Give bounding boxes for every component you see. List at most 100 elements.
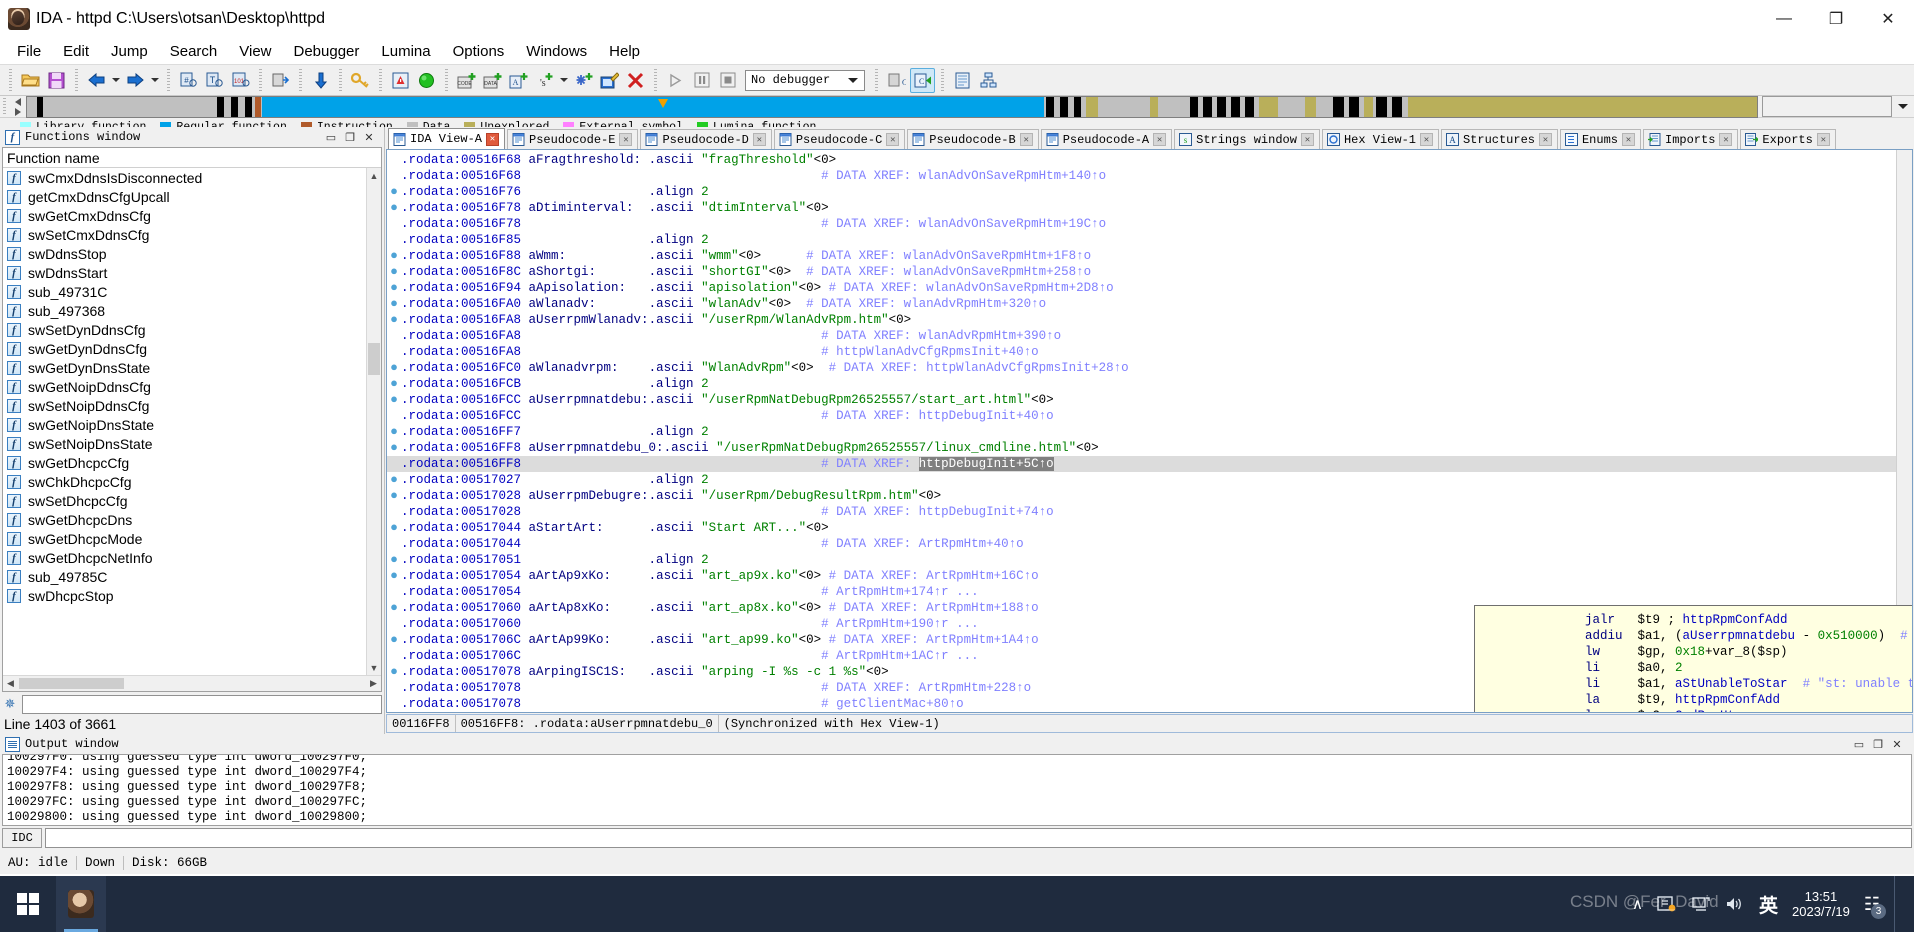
menu-windows[interactable]: Windows	[515, 40, 598, 63]
disassembly-line[interactable]: ● .rodata:00516FCB .align 2	[387, 376, 1896, 392]
close-button[interactable]: ✕	[1862, 0, 1914, 38]
decompile-all-button[interactable]: C	[910, 67, 935, 93]
output-log[interactable]: 100297E8: using guessed type int dword_1…	[2, 754, 1912, 826]
windows-start-icon[interactable]	[0, 876, 56, 932]
function-list-item[interactable]: f swGetDhcpcDns	[3, 510, 381, 529]
function-list-item[interactable]: f swDhcpcStop	[3, 586, 381, 605]
tab-close-icon[interactable]: ✕	[619, 133, 633, 146]
tab-pseudocode-b[interactable]: Pseudocode-B ✕	[907, 129, 1039, 149]
disassembly-line[interactable]: .rodata:00516F78 # DATA XREF: wlanAdvOnS…	[387, 216, 1896, 232]
delete-function-button[interactable]	[623, 68, 648, 93]
search-binary-button[interactable]: 101	[228, 68, 253, 93]
command-language-button[interactable]: IDC	[2, 828, 42, 848]
tab-close-icon[interactable]: ✕	[1816, 133, 1830, 146]
decompile-button[interactable]: C	[884, 68, 909, 93]
disassembly-line[interactable]: ● .rodata:00516F8C aShortgi: .ascii "shor…	[387, 264, 1896, 280]
tab-exports[interactable]: Exports ✕	[1740, 129, 1836, 149]
problems-button[interactable]	[388, 68, 413, 93]
scroll-left-icon[interactable]: ◀	[3, 678, 18, 689]
tab-pseudocode-d[interactable]: Pseudocode-D ✕	[640, 129, 772, 149]
function-list-item[interactable]: f swDdnsStop	[3, 244, 381, 263]
menu-file[interactable]: File	[6, 40, 52, 63]
debugger-select[interactable]: No debugger	[745, 69, 865, 91]
functions-filter-input[interactable]	[22, 694, 382, 714]
search-hex-button[interactable]: #	[176, 68, 201, 93]
disassembly-line[interactable]: ● .rodata:00516FF7 .align 2	[387, 424, 1896, 440]
tab-close-icon[interactable]: ✕	[1538, 133, 1552, 146]
make-struct-dropdown-arrow[interactable]	[558, 68, 570, 93]
disassembly-line[interactable]: ● .rodata:00516F88 aWmm: .ascii "wmm"<0> …	[387, 248, 1896, 264]
disassembly-line[interactable]: ● .rodata:00517028 aUserrpmDebugre:.ascii…	[387, 488, 1896, 504]
menu-debugger[interactable]: Debugger	[283, 40, 371, 63]
functions-list[interactable]: f swCmxDdnsIsDisconnected f getCmxDdnsCfgUp…	[3, 168, 381, 675]
function-list-item[interactable]: f sub_49731C	[3, 282, 381, 301]
disassembly-line[interactable]: .rodata:00516FA8 # DATA XREF: wlanAdvRpm…	[387, 328, 1896, 344]
function-list-item[interactable]: f swGetDhcpcCfg	[3, 453, 381, 472]
tab-close-icon[interactable]: ✕	[1153, 133, 1167, 146]
output-window-float-button[interactable]: ❐	[1869, 736, 1887, 753]
tab-close-icon[interactable]: ✕	[1419, 133, 1433, 146]
function-list-item[interactable]: f sub_49785C	[3, 567, 381, 586]
debug-stop-button[interactable]	[715, 68, 740, 93]
disassembly-view[interactable]: .rodata:00516F68 aFragthreshold: .ascii …	[386, 149, 1913, 713]
tab-strings-window[interactable]: s Strings window ✕	[1174, 129, 1320, 149]
functions-vertical-scrollbar[interactable]: ▲ ▼	[366, 168, 381, 675]
menu-search[interactable]: Search	[159, 40, 229, 63]
make-code-button[interactable]: CODE	[454, 68, 479, 93]
back-button[interactable]	[84, 68, 109, 93]
tab-close-icon[interactable]: ✕	[1019, 133, 1033, 146]
disassembly-line[interactable]: .rodata:00516FCC # DATA XREF: httpDebugI…	[387, 408, 1896, 424]
function-list-item[interactable]: f swDdnsStart	[3, 263, 381, 282]
tab-close-icon[interactable]: ✕	[1622, 133, 1635, 146]
scroll-up-icon[interactable]: ▲	[367, 168, 381, 183]
function-list-item[interactable]: f swSetNoipDdnsCfg	[3, 396, 381, 415]
disassembly-line[interactable]: ● .rodata:00517054 aArtAp9xKo: .ascii "ar…	[387, 568, 1896, 584]
disassembly-line[interactable]: .rodata:00517054 # ArtRpmHtm+174↑r ...	[387, 584, 1896, 600]
function-list-item[interactable]: f swGetDynDdnsCfg	[3, 339, 381, 358]
function-list-item[interactable]: f getCmxDdnsCfgUpcall	[3, 187, 381, 206]
hex-dump-button[interactable]	[950, 68, 975, 93]
debug-pause-button[interactable]	[689, 68, 714, 93]
edit-function-button[interactable]	[597, 68, 622, 93]
function-list-item[interactable]: f swGetNoipDdnsCfg	[3, 377, 381, 396]
disassembly-line[interactable]: .rodata:00516FF8 # DATA XREF: httpDebugI…	[387, 456, 1896, 472]
navband-filter-box[interactable]	[1762, 96, 1892, 117]
function-list-item[interactable]: f swGetNoipDnsState	[3, 415, 381, 434]
open-file-button[interactable]	[18, 68, 43, 93]
disassembly-line[interactable]: ● .rodata:00516F78 aDtiminterval: .ascii …	[387, 200, 1896, 216]
tab-hex-view-1[interactable]: Hex View-1 ✕	[1321, 129, 1439, 149]
disassembly-line[interactable]: ● .rodata:00517051 .align 2	[387, 552, 1896, 568]
tab-close-icon[interactable]: ✕	[886, 133, 900, 146]
disassembly-line[interactable]: .rodata:00517028 # DATA XREF: httpDebugI…	[387, 504, 1896, 520]
disassembly-line[interactable]: ● .rodata:00516FC0 aWlanadvrpm: .ascii "W…	[387, 360, 1896, 376]
maximize-button[interactable]: ❐	[1810, 0, 1862, 38]
scroll-right-icon[interactable]: ▶	[366, 678, 381, 689]
command-input[interactable]	[45, 828, 1912, 848]
function-list-item[interactable]: f swSetNoipDnsState	[3, 434, 381, 453]
minimize-button[interactable]: —	[1758, 0, 1810, 38]
show-desktop-button[interactable]	[1894, 876, 1904, 932]
taskbar-ida-app[interactable]	[56, 876, 106, 932]
disassembly-line[interactable]: ● .rodata:00517027 .align 2	[387, 472, 1896, 488]
tab-pseudocode-a[interactable]: Pseudocode-A ✕	[1040, 129, 1173, 149]
navband-scroll-arrows[interactable]	[10, 96, 26, 117]
menu-options[interactable]: Options	[442, 40, 516, 63]
tab-close-icon[interactable]: ✕	[1300, 133, 1314, 146]
run-button[interactable]	[414, 68, 439, 93]
disassembly-line[interactable]: .rodata:00516FA8 # httpWlanAdvCfgRpmsIni…	[387, 344, 1896, 360]
functions-window-restore-button[interactable]: ▭	[322, 129, 340, 146]
tab-close-icon[interactable]: ✕	[1719, 133, 1733, 146]
navband-dropdown-icon[interactable]	[1892, 96, 1914, 117]
back-dropdown-arrow[interactable]	[110, 68, 122, 93]
graph-view-button[interactable]	[976, 68, 1001, 93]
menu-jump[interactable]: Jump	[100, 40, 159, 63]
functions-column-header[interactable]: Function name	[3, 148, 381, 168]
disassembly-line[interactable]: ● .rodata:00516FF8 aUserrpmnatdebu_0:.asc…	[387, 440, 1896, 456]
tab-enums[interactable]: Enums ✕	[1559, 129, 1641, 149]
menu-view[interactable]: View	[228, 40, 282, 63]
output-window-close-button[interactable]: ✕	[1888, 736, 1906, 753]
functions-hscroll-thumb[interactable]	[19, 678, 124, 689]
disassembly-line[interactable]: ● .rodata:00516FA8 aUserrpmWlanadv:.ascii…	[387, 312, 1896, 328]
disassembly-line[interactable]: ● .rodata:00516F76 .align 2	[387, 184, 1896, 200]
function-list-item[interactable]: f swGetCmxDdnsCfg	[3, 206, 381, 225]
